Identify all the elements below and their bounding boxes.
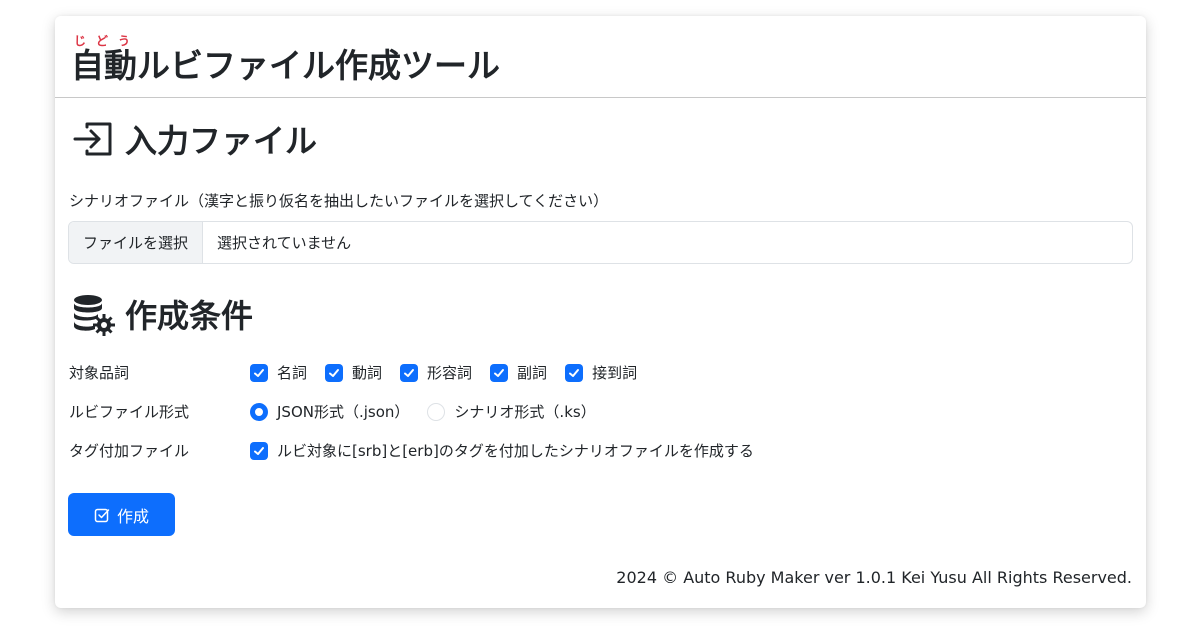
- file-status-text: 選択されていません: [217, 234, 352, 252]
- tag-label: タグ付加ファイル: [69, 442, 190, 460]
- create-button-label: 作成: [116, 506, 149, 526]
- pos-option-label: 動詞: [352, 364, 383, 382]
- tag-row: タグ付加ファイル ルビ対象に[srb]と[erb]のタグを付加したシナリオファイ…: [69, 440, 772, 461]
- checkbox-checked-icon[interactable]: [565, 363, 584, 382]
- database-gear-icon: [71, 292, 115, 336]
- box-arrow-in-right-icon: [71, 117, 115, 161]
- pos-option-label: 名詞: [277, 364, 308, 382]
- input-section-heading: 入力ファイル: [125, 122, 318, 160]
- choose-file-button[interactable]: ファイルを選択: [69, 222, 204, 263]
- format-option-json[interactable]: JSON形式（.json）: [250, 401, 409, 422]
- radio-selected-icon[interactable]: [250, 402, 268, 421]
- scenario-file-input[interactable]: ファイルを選択 選択されていません: [68, 221, 1133, 264]
- scenario-file-label: シナリオファイル（漢字と振り仮名を抽出したいファイルを選択してください）: [69, 192, 609, 210]
- format-option-label: JSON形式（.json）: [277, 403, 410, 421]
- title-ruby-reading: じどう: [71, 34, 137, 48]
- main-card: 自動じどうルビファイル作成ツール 入力ファイル シナリオファイル（漢字と振り仮名…: [55, 16, 1146, 608]
- pos-option-adjective[interactable]: 形容詞: [400, 362, 472, 383]
- format-option-scenario[interactable]: シナリオ形式（.ks）: [427, 401, 596, 422]
- title-rest: ルビファイル作成ツール: [137, 46, 500, 85]
- pos-row: 対象品詞 名詞 動詞 形容詞 副詞 接到詞: [69, 362, 655, 383]
- tag-option[interactable]: ルビ対象に[srb]と[erb]のタグを付加したシナリオファイルを作成する: [250, 440, 754, 461]
- pos-option-verb[interactable]: 動詞: [325, 362, 382, 383]
- checkbox-checked-icon[interactable]: [250, 441, 268, 460]
- app-title: 自動じどうルビファイル作成ツール: [71, 34, 500, 87]
- pos-option-label: 形容詞: [427, 364, 473, 382]
- checkbox-checked-icon[interactable]: [250, 363, 268, 382]
- pos-option-conjunction[interactable]: 接到詞: [565, 362, 637, 383]
- radio-unselected-icon[interactable]: [427, 402, 446, 421]
- pos-option-adverb[interactable]: 副詞: [490, 362, 547, 383]
- footer-copyright: 2024 © Auto Ruby Maker ver 1.0.1 Kei Yus…: [616, 568, 1132, 587]
- title-ruby-base: 自動: [71, 46, 137, 85]
- format-row: ルビファイル形式 JSON形式（.json） シナリオ形式（.ks）: [69, 401, 614, 422]
- tag-option-label: ルビ対象に[srb]と[erb]のタグを付加したシナリオファイルを作成する: [277, 442, 754, 460]
- checkbox-checked-icon[interactable]: [325, 363, 344, 382]
- create-button[interactable]: 作成: [68, 493, 175, 536]
- checkbox-checked-icon[interactable]: [490, 363, 509, 382]
- pos-option-noun[interactable]: 名詞: [250, 362, 307, 383]
- check-square-icon: [94, 507, 110, 523]
- pos-option-label: 接到詞: [592, 364, 638, 382]
- condition-section-heading: 作成条件: [125, 297, 254, 335]
- pos-label: 対象品詞: [69, 364, 130, 382]
- input-section-title: 入力ファイル: [71, 116, 317, 162]
- format-option-label: シナリオ形式（.ks）: [454, 403, 596, 421]
- pos-option-label: 副詞: [517, 364, 548, 382]
- format-label: ルビファイル形式: [69, 403, 190, 421]
- condition-section-title: 作成条件: [71, 291, 253, 337]
- checkbox-checked-icon[interactable]: [400, 363, 419, 382]
- card-header: 自動じどうルビファイル作成ツール: [55, 16, 1146, 98]
